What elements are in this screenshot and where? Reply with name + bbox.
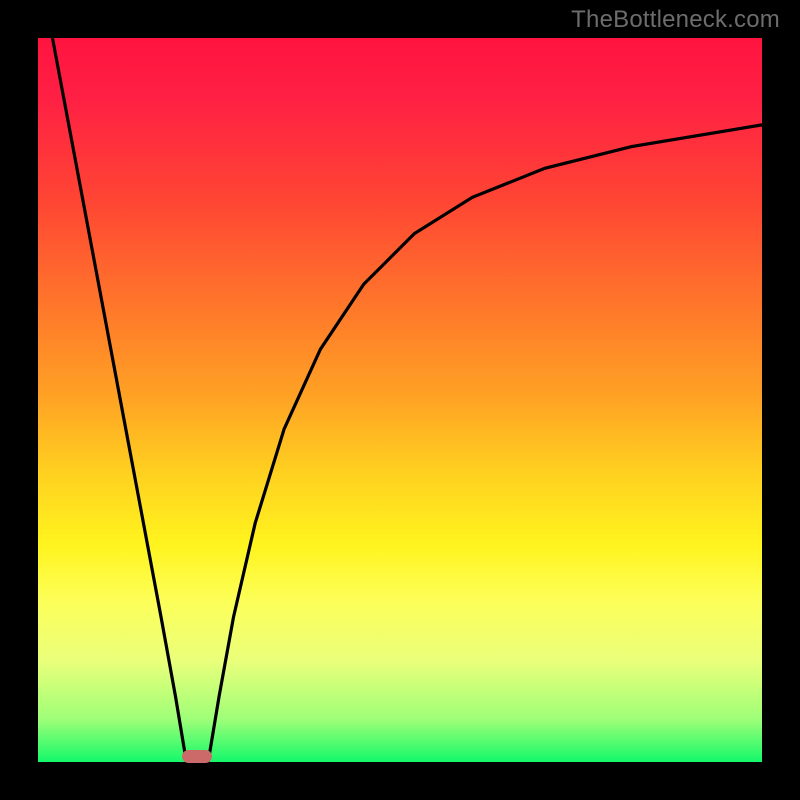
curve-right-branch	[208, 125, 762, 762]
curve-left-branch	[52, 38, 186, 762]
bottleneck-curve	[38, 38, 762, 762]
bottleneck-marker	[182, 750, 212, 763]
watermark-text: TheBottleneck.com	[571, 6, 780, 34]
plot-area	[38, 38, 762, 762]
chart-frame: TheBottleneck.com	[0, 0, 800, 800]
